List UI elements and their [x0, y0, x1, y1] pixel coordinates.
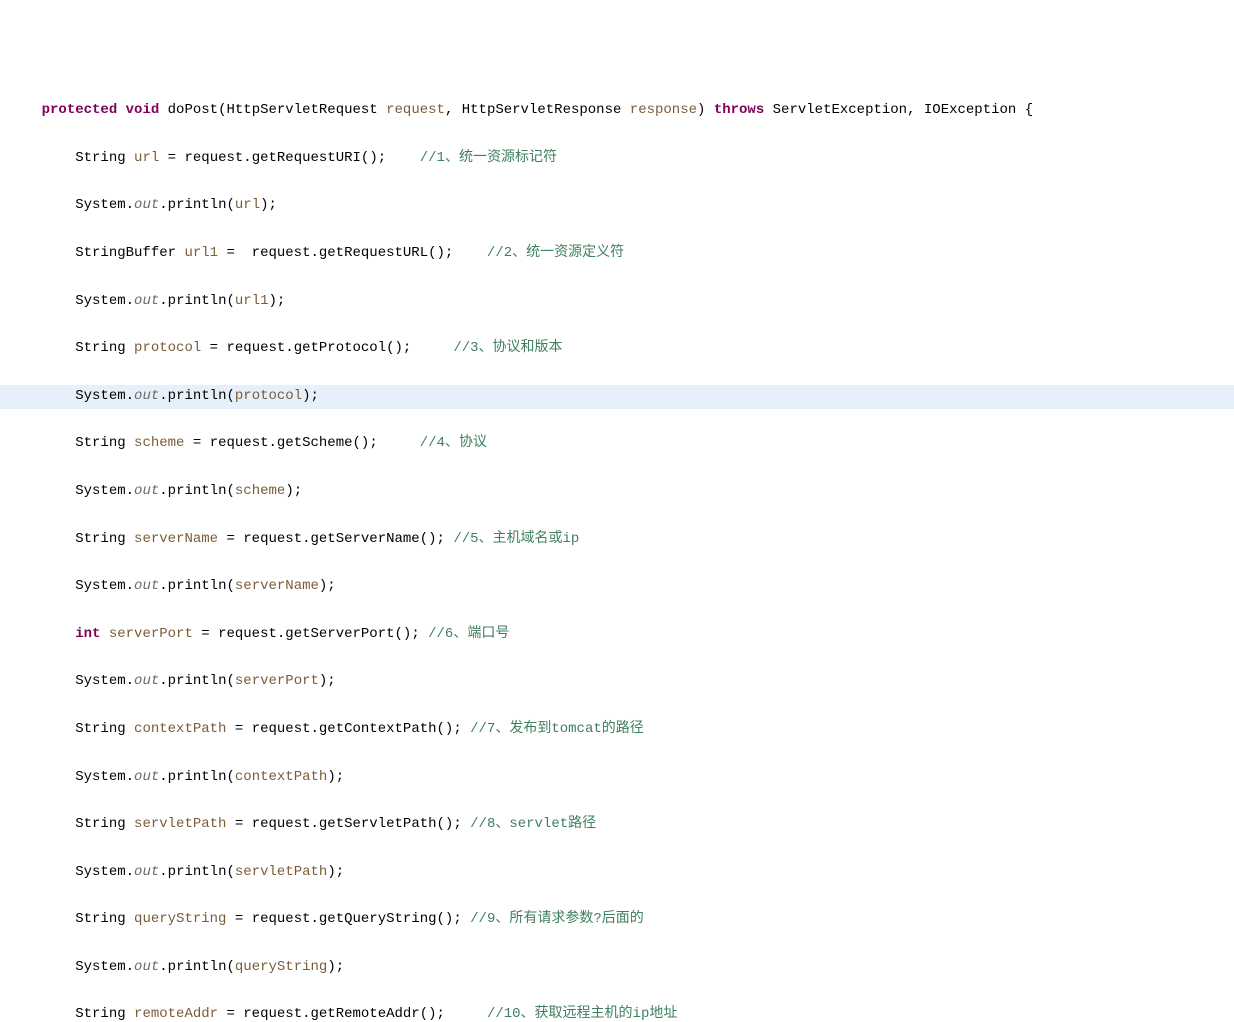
comment: //2、统一资源定义符	[487, 245, 624, 261]
keyword: void	[126, 102, 160, 118]
comment: //3、协议和版本	[453, 340, 562, 356]
comment: //10、获取远程主机的ip地址	[487, 1006, 677, 1022]
keyword: throws	[714, 102, 764, 118]
comment: //7、发布到tomcat的路径	[470, 721, 644, 737]
type: IOException	[924, 102, 1016, 118]
param: request	[386, 102, 445, 118]
code-line: System.out.println(serverName);	[0, 575, 1234, 599]
code-line-signature: protected void doPost(HttpServletRequest…	[0, 99, 1234, 123]
code-line: String url = request.getRequestURI(); //…	[0, 147, 1234, 171]
method-name: doPost	[168, 102, 218, 118]
param: response	[630, 102, 697, 118]
code-line: String contextPath = request.getContextP…	[0, 718, 1234, 742]
type: HttpServletResponse	[462, 102, 622, 118]
comment: //4、协议	[420, 435, 487, 451]
code-line: System.out.println(queryString);	[0, 956, 1234, 980]
code-line: StringBuffer url1 = request.getRequestUR…	[0, 242, 1234, 266]
code-line: int serverPort = request.getServerPort()…	[0, 623, 1234, 647]
code-line: String scheme = request.getScheme(); //4…	[0, 432, 1234, 456]
comment: //9、所有请求参数?后面的	[470, 911, 644, 927]
comment: //5、主机域名或ip	[453, 531, 579, 547]
keyword: protected	[42, 102, 118, 118]
comment: //1、统一资源标记符	[420, 150, 557, 166]
code-line: String servletPath = request.getServletP…	[0, 813, 1234, 837]
type: HttpServletRequest	[226, 102, 377, 118]
comment: //8、servlet路径	[470, 816, 596, 832]
code-line: String serverName = request.getServerNam…	[0, 528, 1234, 552]
code-line: System.out.println(url);	[0, 194, 1234, 218]
code-line: System.out.println(scheme);	[0, 480, 1234, 504]
comment: //6、端口号	[428, 626, 509, 642]
code-line: System.out.println(contextPath);	[0, 766, 1234, 790]
code-line: System.out.println(serverPort);	[0, 670, 1234, 694]
code-line: String protocol = request.getProtocol();…	[0, 337, 1234, 361]
code-line: String queryString = request.getQueryStr…	[0, 908, 1234, 932]
code-line-highlighted: System.out.println(protocol);	[0, 385, 1234, 409]
code-line: String remoteAddr = request.getRemoteAdd…	[0, 1003, 1234, 1022]
code-line: System.out.println(url1);	[0, 290, 1234, 314]
code-line: System.out.println(servletPath);	[0, 861, 1234, 885]
type: ServletException	[773, 102, 907, 118]
